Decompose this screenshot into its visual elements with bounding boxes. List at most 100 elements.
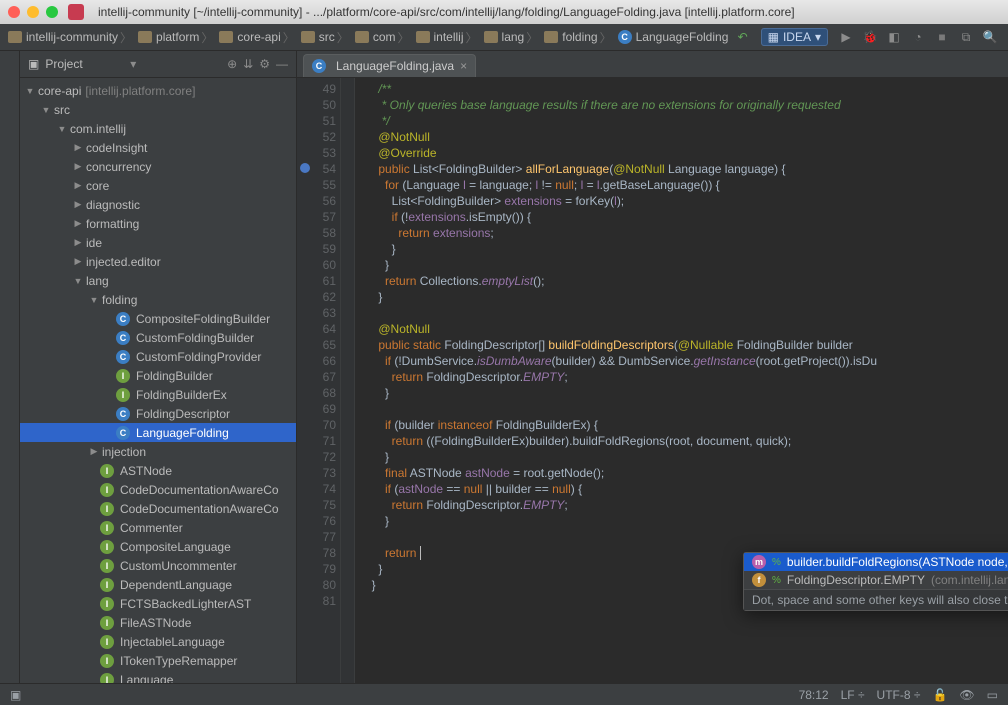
breadcrumb-item[interactable]: intellij〉: [414, 29, 482, 46]
line-number[interactable]: 50: [297, 97, 336, 113]
code-line[interactable]: [365, 305, 1008, 321]
code-line[interactable]: return Collections.emptyList();: [365, 273, 1008, 289]
tree-node[interactable]: CCompositeFoldingBuilder: [20, 309, 296, 328]
code-line[interactable]: return extensions;: [365, 225, 1008, 241]
line-number[interactable]: 68: [297, 385, 336, 401]
breadcrumb-item[interactable]: lang〉: [482, 29, 543, 46]
code-line[interactable]: }: [365, 513, 1008, 529]
expand-arrow[interactable]: ▶: [72, 180, 84, 191]
run-button[interactable]: ▶: [836, 27, 856, 47]
tree-node[interactable]: IITokenTypeRemapper: [20, 651, 296, 670]
expand-arrow[interactable]: ▼: [24, 86, 36, 96]
tree-node[interactable]: CLanguageFolding: [20, 423, 296, 442]
tree-node[interactable]: CCustomFoldingProvider: [20, 347, 296, 366]
breadcrumb-item[interactable]: folding〉: [542, 29, 615, 46]
code-line[interactable]: * Only queries base language results if …: [365, 97, 1008, 113]
zoom-window-button[interactable]: [46, 6, 58, 18]
code-line[interactable]: if (!extensions.isEmpty()) {: [365, 209, 1008, 225]
expand-arrow[interactable]: ▶: [72, 256, 84, 267]
expand-arrow[interactable]: ▶: [72, 142, 84, 153]
code-line[interactable]: }: [365, 385, 1008, 401]
tree-node[interactable]: ▶ide: [20, 233, 296, 252]
readonly-toggle-icon[interactable]: 🔓: [932, 688, 947, 702]
tool-window-stripe-left[interactable]: [0, 51, 20, 683]
breadcrumb-item[interactable]: CLanguageFolding: [616, 30, 731, 44]
expand-arrow[interactable]: ▼: [40, 105, 52, 115]
tree-node[interactable]: ▼core-api[intellij.platform.core]: [20, 81, 296, 100]
code-line[interactable]: final ASTNode astNode = root.getNode();: [365, 465, 1008, 481]
line-number[interactable]: 62: [297, 289, 336, 305]
tree-node[interactable]: IFoldingBuilder: [20, 366, 296, 385]
code-line[interactable]: if (astNode == null || builder == null) …: [365, 481, 1008, 497]
line-number[interactable]: 74: [297, 481, 336, 497]
line-number[interactable]: 78: [297, 545, 336, 561]
gutter-override-icon[interactable]: [300, 163, 310, 173]
line-number[interactable]: 51: [297, 113, 336, 129]
tree-node[interactable]: ICommenter: [20, 518, 296, 537]
project-view-selector[interactable]: ▣: [28, 57, 39, 71]
breadcrumb-item[interactable]: src〉: [299, 29, 353, 46]
tree-node[interactable]: IDependentLanguage: [20, 575, 296, 594]
code-line[interactable]: public List<FoldingBuilder> allForLangua…: [365, 161, 1008, 177]
project-view-title[interactable]: Project: [45, 57, 124, 71]
profile-button[interactable]: ◔: [908, 27, 928, 47]
collapse-all-icon[interactable]: ⇊: [243, 57, 253, 71]
completion-item[interactable]: m%builder.buildFoldRegions(ASTNode node,…: [744, 553, 1008, 571]
line-number[interactable]: 67: [297, 369, 336, 385]
line-number[interactable]: 69: [297, 401, 336, 417]
tree-node[interactable]: IFCTSBackedLighterAST: [20, 594, 296, 613]
gear-icon[interactable]: ⚙: [259, 57, 270, 71]
expand-arrow[interactable]: ▶: [72, 161, 84, 172]
tree-node[interactable]: ▼folding: [20, 290, 296, 309]
file-encoding[interactable]: UTF-8 ÷: [877, 688, 921, 702]
code-line[interactable]: @NotNull: [365, 129, 1008, 145]
vcs-button[interactable]: ⧉: [956, 27, 976, 47]
tree-node[interactable]: CFoldingDescriptor: [20, 404, 296, 423]
line-number[interactable]: 65: [297, 337, 336, 353]
tree-node[interactable]: ▼lang: [20, 271, 296, 290]
line-number[interactable]: 64: [297, 321, 336, 337]
code-line[interactable]: }: [365, 241, 1008, 257]
tree-node[interactable]: ▼src: [20, 100, 296, 119]
stop-button[interactable]: ■: [932, 27, 952, 47]
expand-arrow[interactable]: ▶: [88, 446, 100, 457]
line-number[interactable]: 49: [297, 81, 336, 97]
code-line[interactable]: }: [365, 289, 1008, 305]
line-number[interactable]: 72: [297, 449, 336, 465]
search-everywhere-button[interactable]: 🔍: [980, 27, 1000, 47]
tree-node[interactable]: ▶injection: [20, 442, 296, 461]
line-number[interactable]: 57: [297, 209, 336, 225]
code-line[interactable]: return FoldingDescriptor.EMPTY;: [365, 369, 1008, 385]
project-tree[interactable]: ▼core-api[intellij.platform.core]▼src▼co…: [20, 78, 296, 683]
code-line[interactable]: List<FoldingBuilder> extensions = forKey…: [365, 193, 1008, 209]
breadcrumb-item[interactable]: core-api〉: [217, 29, 298, 46]
tree-node[interactable]: IFileASTNode: [20, 613, 296, 632]
tool-windows-button[interactable]: ▣: [10, 688, 21, 702]
minimize-window-button[interactable]: [27, 6, 39, 18]
completion-item[interactable]: f%FoldingDescriptor.EMPTY (com.intellij.…: [744, 571, 1008, 589]
code-line[interactable]: */: [365, 113, 1008, 129]
fold-column[interactable]: [341, 78, 355, 683]
scroll-from-source-icon[interactable]: ⊕: [227, 57, 237, 71]
inspection-icon[interactable]: 👁: [959, 688, 974, 702]
caret-position[interactable]: 78:12: [799, 688, 829, 702]
line-number[interactable]: 80: [297, 577, 336, 593]
code-line[interactable]: }: [365, 257, 1008, 273]
memory-indicator[interactable]: ▭: [987, 688, 998, 702]
tree-node[interactable]: ILanguage: [20, 670, 296, 683]
tree-node[interactable]: IFoldingBuilderEx: [20, 385, 296, 404]
line-number[interactable]: 73: [297, 465, 336, 481]
line-number[interactable]: 63: [297, 305, 336, 321]
code-line[interactable]: }: [365, 449, 1008, 465]
tree-node[interactable]: ▼com.intellij: [20, 119, 296, 138]
code-line[interactable]: public static FoldingDescriptor[] buildF…: [365, 337, 1008, 353]
close-window-button[interactable]: [8, 6, 20, 18]
tree-node[interactable]: ▶injected.editor: [20, 252, 296, 271]
tree-node[interactable]: ICompositeLanguage: [20, 537, 296, 556]
line-number[interactable]: 66: [297, 353, 336, 369]
tree-node[interactable]: CCustomFoldingBuilder: [20, 328, 296, 347]
line-number[interactable]: 52: [297, 129, 336, 145]
close-tab-icon[interactable]: ×: [460, 59, 467, 73]
line-separator[interactable]: LF ÷: [841, 688, 865, 702]
line-number[interactable]: 56: [297, 193, 336, 209]
